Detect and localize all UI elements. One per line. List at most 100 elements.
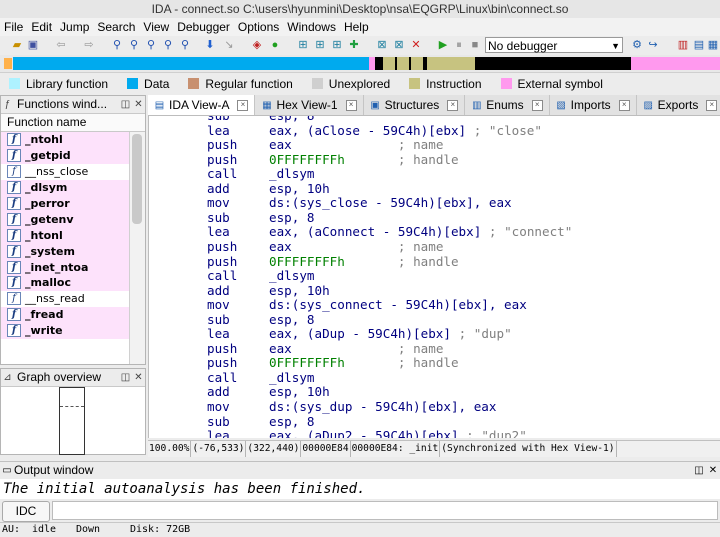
function-list-item[interactable]: f _system xyxy=(1,243,145,260)
graph-viewport-box[interactable] xyxy=(59,387,85,455)
attach-icon[interactable]: ↪ xyxy=(646,38,660,52)
function-list-item[interactable]: f _htonl xyxy=(1,227,145,244)
disasm-line[interactable]: call _dlsym xyxy=(207,370,315,386)
tab-close-icon[interactable]: × xyxy=(345,99,357,111)
search-next-icon[interactable]: ⚲ xyxy=(161,38,175,52)
enum-icon[interactable]: ⊞ xyxy=(313,38,327,52)
function-list-item[interactable]: f __nss_close xyxy=(1,163,145,180)
disasm-line[interactable]: lea eax, (aClose - 59C4h)[ebx] ; "close" xyxy=(207,123,542,139)
menu-jump[interactable]: Jump xyxy=(56,20,93,34)
chart-icon[interactable]: ▥ xyxy=(676,38,690,52)
disassembly-view[interactable]: sub esp, 8 lea eax, (aClose - 59C4h)[ebx] ;… xyxy=(148,116,720,438)
function-list-item[interactable]: f _malloc xyxy=(1,275,145,291)
disasm-line[interactable]: push eax ; name xyxy=(207,341,443,357)
function-list-item[interactable]: f _inet_ntoa xyxy=(1,259,145,276)
green-circle-icon[interactable]: ● xyxy=(268,38,282,52)
debugger-options-icon[interactable]: ⚙ xyxy=(630,38,644,52)
disasm-line[interactable]: call _dlsym xyxy=(207,166,315,182)
pause-icon[interactable]: ⏸ xyxy=(452,38,466,52)
tab-close-icon[interactable]: × xyxy=(447,99,459,111)
tab-close-icon[interactable]: × xyxy=(237,99,249,111)
disasm-line[interactable]: lea eax, (aDup2 - 59C4h)[ebx] ; "dup2" xyxy=(207,428,527,438)
tab-enums[interactable]: ▥ Enums × xyxy=(465,95,550,115)
disasm-line[interactable]: mov ds:(sys_dup - 59C4h)[ebx], eax xyxy=(207,399,496,415)
down-arrow-icon[interactable]: ⬇ xyxy=(203,38,217,52)
disasm-line[interactable]: sub esp, 8 xyxy=(207,414,315,430)
function-name-column-header[interactable]: Function name xyxy=(1,114,145,132)
undock-icon[interactable]: ◫ xyxy=(119,369,132,386)
function-list-item[interactable]: f _dlsym xyxy=(1,179,145,196)
binoculars-icon[interactable]: ⚲ xyxy=(110,38,124,52)
xrefs-icon[interactable]: ▤ xyxy=(692,38,706,52)
tab-imports[interactable]: ▧ Imports × xyxy=(550,95,637,115)
disasm-line[interactable]: push eax ; name xyxy=(207,137,443,153)
disasm-line[interactable]: add esp, 10h xyxy=(207,283,330,299)
play-icon[interactable]: ▶ xyxy=(436,38,450,52)
menu-edit[interactable]: Edit xyxy=(27,20,56,34)
disasm-line[interactable]: lea eax, (aConnect - 59C4h)[ebx] ; "conne… xyxy=(207,225,572,240)
tab-hex-view-1[interactable]: ▦ Hex View-1 × xyxy=(255,95,364,115)
more-icon[interactable]: ▦ xyxy=(706,38,720,52)
breakpoint-icon[interactable]: ⊠ xyxy=(375,38,389,52)
function-list-item[interactable]: f __nss_read xyxy=(1,290,145,307)
graph-icon[interactable]: ◈ xyxy=(250,38,264,52)
disasm-line[interactable]: call _dlsym xyxy=(207,268,315,284)
function-list-item[interactable]: f _fread xyxy=(1,306,145,323)
function-list-item[interactable]: f _ntohl xyxy=(1,132,145,148)
navigation-band[interactable] xyxy=(0,55,720,73)
function-name: _fread xyxy=(25,308,64,322)
scrollbar-thumb[interactable] xyxy=(132,134,142,224)
tab-close-icon[interactable]: × xyxy=(531,99,543,111)
disasm-line[interactable]: push 0FFFFFFFFh ; handle xyxy=(207,356,459,371)
menu-windows[interactable]: Windows xyxy=(283,20,340,34)
menu-help[interactable]: Help xyxy=(340,20,373,34)
menu-view[interactable]: View xyxy=(139,20,173,34)
disasm-line[interactable]: push 0FFFFFFFFh ; handle xyxy=(207,152,459,168)
search-immediate-icon[interactable]: ⚲ xyxy=(178,38,192,52)
close-icon[interactable]: ✕ xyxy=(132,369,145,386)
close-icon[interactable]: ✕ xyxy=(706,462,720,479)
jump-icon[interactable]: ↘ xyxy=(222,38,236,52)
search-text-icon[interactable]: ⚲ xyxy=(127,38,141,52)
save-icon[interactable]: ▣ xyxy=(26,38,40,52)
delete-icon[interactable]: ✕ xyxy=(409,38,423,52)
function-list-item[interactable]: f _getenv xyxy=(1,211,145,228)
tab-exports[interactable]: ▨ Exports × xyxy=(637,95,720,115)
segment-icon[interactable]: ⊞ xyxy=(330,38,344,52)
tab-structures[interactable]: ▣ Structures × xyxy=(364,95,466,115)
disasm-line[interactable]: mov ds:(sys_connect - 59C4h)[ebx], eax xyxy=(207,297,527,313)
function-list-item[interactable]: f _perror xyxy=(1,195,145,212)
disasm-line[interactable]: sub esp, 8 xyxy=(207,210,315,226)
disasm-line[interactable]: add esp, 10h xyxy=(207,181,330,197)
undock-icon[interactable]: ◫ xyxy=(692,462,706,479)
disasm-line[interactable]: mov ds:(sys_close - 59C4h)[ebx], eax xyxy=(207,196,512,211)
tab-close-icon[interactable]: × xyxy=(706,99,718,111)
disasm-line[interactable]: push 0FFFFFFFFh ; handle xyxy=(207,254,459,270)
menu-debugger[interactable]: Debugger xyxy=(173,20,234,34)
debugger-select[interactable]: No debugger ▼ xyxy=(485,37,623,53)
function-list-scrollbar[interactable] xyxy=(129,132,145,364)
structure-icon[interactable]: ⊞ xyxy=(296,38,310,52)
disasm-line[interactable]: push eax ; name xyxy=(207,239,443,255)
disasm-line[interactable]: add esp, 10h xyxy=(207,385,330,400)
function-list-item[interactable]: f _getpid xyxy=(1,147,145,164)
function-list-item[interactable]: f _write xyxy=(1,322,145,339)
disasm-line[interactable]: lea eax, (aDup - 59C4h)[ebx] ; "dup" xyxy=(207,327,512,342)
stop-icon[interactable]: ■ xyxy=(468,38,482,52)
disasm-line[interactable]: sub esp, 8 xyxy=(207,312,315,328)
forward-arrow-icon[interactable]: ⇨ xyxy=(82,38,96,52)
menu-search[interactable]: Search xyxy=(93,20,139,34)
trace-icon[interactable]: ⊠ xyxy=(392,38,406,52)
back-arrow-icon[interactable]: ⇦ xyxy=(54,38,68,52)
menu-options[interactable]: Options xyxy=(234,20,283,34)
menu-file[interactable]: File xyxy=(0,20,27,34)
open-folder-icon[interactable]: ▰ xyxy=(10,38,24,52)
undock-icon[interactable]: ◫ xyxy=(119,96,132,113)
close-icon[interactable]: ✕ xyxy=(132,96,145,113)
add-icon[interactable]: ✚ xyxy=(347,38,361,52)
idc-button[interactable]: IDC xyxy=(2,501,50,522)
idc-command-input[interactable] xyxy=(52,501,718,520)
search-binary-icon[interactable]: ⚲ xyxy=(144,38,158,52)
tab-ida-view-a[interactable]: ▤ IDA View-A × xyxy=(148,95,256,115)
tab-close-icon[interactable]: × xyxy=(618,99,630,111)
